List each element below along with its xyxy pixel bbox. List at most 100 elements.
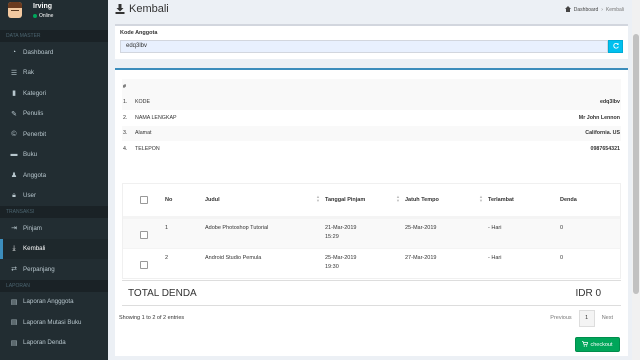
exit-icon: ⇥: [11, 225, 17, 233]
sidebar-item-buku[interactable]: ▬ Buku: [0, 145, 108, 166]
user-panel: Irving Online: [0, 0, 108, 30]
copyright-icon: ©: [11, 130, 17, 138]
refresh-icon: [612, 42, 619, 51]
member-info-row: 3. Alamat California. US: [122, 125, 621, 141]
cell-date: 25-Mar-2019: [325, 255, 357, 261]
column-denda[interactable]: Denda: [558, 197, 620, 203]
cell-denda: 0: [560, 255, 564, 261]
swap-icon: ⇄: [11, 266, 17, 274]
menu-header-laporan: LAPORAN: [0, 279, 108, 292]
table-row[interactable]: 2 Android Studio Pemula 25-Mar-2019 19:30 27…: [123, 248, 620, 278]
checkout-button[interactable]: checkout: [575, 337, 620, 352]
sidebar-item-penerbit[interactable]: © Penerbit: [0, 124, 108, 145]
member-info-label: NAMA LENGKAP: [135, 114, 177, 121]
member-code-input[interactable]: edq3lbv: [120, 40, 608, 53]
refresh-button[interactable]: [608, 40, 623, 53]
main-content: Kembali Dashboard › Kembali Kode Anggota…: [108, 0, 632, 360]
cell-time: 19:30: [325, 264, 339, 270]
report-icon: ▤: [10, 298, 18, 306]
sidebar-item-user[interactable]: 🔒︎ User: [0, 186, 108, 207]
sidebar-item-dashboard[interactable]: ◔ Dashboard: [0, 42, 108, 63]
row-checkbox[interactable]: [140, 231, 148, 239]
cell-no: 1: [165, 225, 169, 231]
pencil-icon: ✎: [11, 110, 17, 118]
member-info-header-hash: #: [123, 83, 126, 90]
sidebar-item-rak[interactable]: ☰ Rak: [0, 63, 108, 84]
cart-icon: [582, 340, 589, 349]
member-info-value: Mr John Lennon: [578, 114, 620, 121]
member-info-row: 2. NAMA LENGKAP Mr John Lennon: [122, 110, 621, 126]
member-info-label: KODE: [135, 99, 151, 106]
cell-date: 21-Mar-2019: [325, 225, 357, 231]
report-icon: ▤: [10, 339, 18, 347]
sort-icon: ▲ ▼: [316, 194, 320, 203]
sidebar-item-kategori[interactable]: ▮ Kategori: [0, 83, 108, 104]
checkout-label: checkout: [590, 341, 613, 348]
select-all-checkbox[interactable]: [140, 196, 148, 204]
table-row[interactable]: 1 Adobe Photoshop Tutorial 21-Mar-2019 15:2…: [123, 218, 620, 248]
list-icon: ☰: [10, 69, 18, 77]
member-info-num: 3.: [123, 130, 128, 137]
pagination-previous[interactable]: Previous: [543, 310, 578, 327]
page-title-text: Kembali: [129, 3, 169, 15]
sidebar-item-kembali[interactable]: ⤓ Kembali: [0, 238, 108, 259]
member-info-label: TELEPON: [135, 145, 160, 152]
cell-judul: Android Studio Pemula: [205, 255, 262, 261]
loan-table-body: 1 Adobe Photoshop Tutorial 21-Mar-2019 15:2…: [123, 218, 620, 278]
sidebar-item-penulis[interactable]: ✎ Penulis: [0, 104, 108, 125]
sidebar-item-laporan-mutasi-buku[interactable]: ▤ Laporan Mutasi Buku: [0, 312, 108, 333]
bookmark-icon: ▮: [12, 90, 16, 98]
member-search-box: Kode Anggota edq3lbv: [115, 24, 628, 59]
member-info-value: California. US: [585, 130, 620, 137]
member-info-num: 1.: [123, 99, 128, 106]
member-info-row: 1. KODE edq3lbv: [122, 94, 621, 110]
pagination-next[interactable]: Next: [595, 310, 620, 327]
cell-time: 15:29: [325, 234, 339, 240]
download-icon: ⤓: [12, 244, 16, 252]
sidebar-item-laporan-denda[interactable]: ▤ Laporan Denda: [0, 333, 108, 354]
sidebar-item-label: Laporan Mutasi Buku: [23, 318, 82, 326]
sidebar-item-laporan-angggota[interactable]: ▤ Laporan Angggota: [0, 292, 108, 313]
cell-terlambat: - Hari: [488, 255, 502, 261]
breadcrumb-separator: ›: [601, 7, 603, 13]
sort-icon: ▲ ▼: [396, 194, 400, 203]
return-box: # 1. KODE edq3lbv 2. NAMA LENGKAP Mr John Len…: [115, 68, 628, 356]
sort-icon: ▲ ▼: [479, 194, 483, 203]
sidebar-item-label: Rak: [23, 69, 35, 77]
users-icon: ♟: [10, 172, 18, 180]
sidebar-item-label: Anggota: [23, 171, 47, 179]
sidebar-item-label: Pinjam: [23, 224, 42, 232]
breadcrumb-dashboard[interactable]: Dashboard: [574, 7, 598, 13]
member-info-value: 0987654321: [590, 145, 620, 152]
member-info-label: Alamat: [135, 130, 152, 137]
avatar: [8, 2, 22, 18]
pagination-page-1[interactable]: 1: [578, 310, 595, 327]
cell-judul: Adobe Photoshop Tutorial: [205, 225, 269, 231]
sidebar-item-pinjam[interactable]: ⇥ Pinjam: [0, 218, 108, 239]
report-icon: ▤: [10, 319, 18, 327]
column-terlambat[interactable]: Terlambat: [486, 197, 558, 203]
scrollbar-thumb[interactable]: [633, 34, 639, 294]
sidebar-menu: DATA MASTER ◔ Dashboard ☰ Rak ▮ Kategori ✎ Penul…: [0, 30, 108, 353]
sidebar-item-perpanjang[interactable]: ⇄ Perpanjang: [0, 259, 108, 280]
sidebar-item-label: Laporan Denda: [23, 339, 66, 347]
row-checkbox[interactable]: [140, 261, 148, 269]
menu-header-transaksi: TRANSAKSI: [0, 206, 108, 218]
page-title: Kembali: [115, 3, 169, 15]
page-scrollbar[interactable]: [632, 0, 640, 360]
user-status-text: Online: [39, 13, 54, 19]
home-icon: [564, 6, 571, 14]
column-tanggal-pinjam[interactable]: Tanggal Pinjam ▲ ▼: [323, 194, 403, 204]
sidebar-item-label: Penulis: [23, 110, 44, 118]
sidebar-item-label: User: [23, 192, 37, 200]
total-denda-bar: TOTAL DENDA IDR 0: [122, 280, 621, 306]
pagination: Previous 1 Next: [543, 310, 620, 327]
column-judul[interactable]: Judul ▲ ▼: [203, 194, 323, 204]
member-info-num: 2.: [123, 114, 128, 121]
column-jatuh-tempo[interactable]: Jatuh Tempo ▲ ▼: [403, 194, 486, 204]
sidebar-item-anggota[interactable]: ♟ Anggota: [0, 165, 108, 186]
sidebar-item-label: Dashboard: [23, 48, 54, 56]
sidebar-item-label: Penerbit: [23, 130, 47, 138]
menu-header-data-master: DATA MASTER: [0, 30, 108, 42]
column-no[interactable]: No: [163, 197, 203, 203]
